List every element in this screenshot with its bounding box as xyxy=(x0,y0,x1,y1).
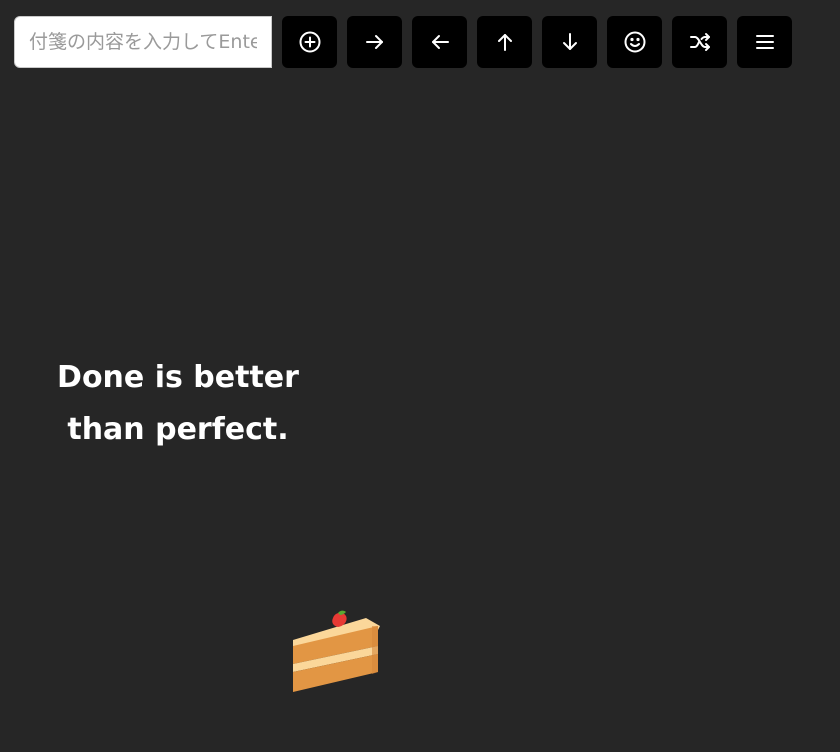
sticky-note[interactable]: Done is better than perfect. xyxy=(40,352,316,456)
move-right-button[interactable] xyxy=(347,16,402,68)
arrow-left-icon xyxy=(428,30,452,54)
emoji-button[interactable] xyxy=(607,16,662,68)
menu-icon xyxy=(753,30,777,54)
shuffle-icon xyxy=(688,30,712,54)
note-input[interactable] xyxy=(14,16,272,68)
arrow-right-icon xyxy=(363,30,387,54)
smile-icon xyxy=(623,30,647,54)
move-left-button[interactable] xyxy=(412,16,467,68)
plus-circle-icon xyxy=(298,30,322,54)
move-up-button[interactable] xyxy=(477,16,532,68)
menu-button[interactable] xyxy=(737,16,792,68)
arrow-up-icon xyxy=(493,30,517,54)
shortcake-icon xyxy=(288,606,384,702)
shuffle-button[interactable] xyxy=(672,16,727,68)
arrow-down-icon xyxy=(558,30,582,54)
add-note-button[interactable] xyxy=(282,16,337,68)
sticky-note-text: Done is better than perfect. xyxy=(57,360,299,447)
shortcake-sticker[interactable] xyxy=(288,606,384,702)
move-down-button[interactable] xyxy=(542,16,597,68)
toolbar xyxy=(14,16,792,68)
